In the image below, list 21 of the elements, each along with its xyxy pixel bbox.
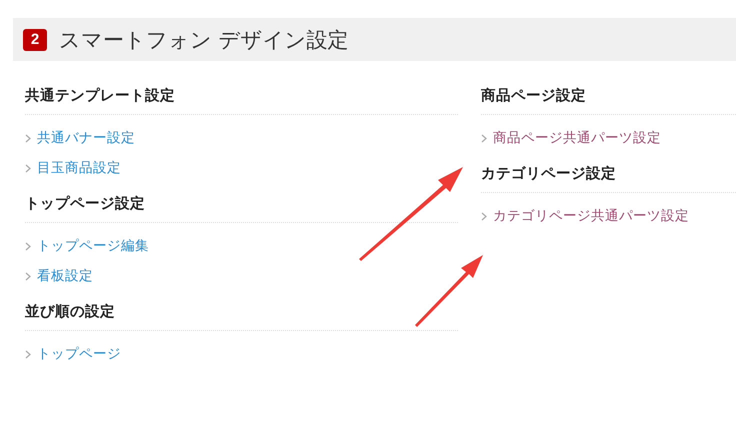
settings-link[interactable]: 共通バナー設定 xyxy=(37,129,135,147)
section-heading: 商品ページ設定 xyxy=(481,86,586,106)
settings-link[interactable]: 看板設定 xyxy=(37,267,93,285)
section-heading: トップページ設定 xyxy=(25,194,145,214)
chevron-icon xyxy=(25,134,31,142)
chevron-icon xyxy=(481,212,487,220)
settings-link[interactable]: トップページ編集 xyxy=(37,237,149,255)
section-title: スマートフォン デザイン設定 xyxy=(59,26,349,54)
settings-link[interactable]: 商品ページ共通パーツ設定 xyxy=(493,129,661,147)
settings-link[interactable]: カテゴリページ共通パーツ設定 xyxy=(493,207,689,225)
chevron-icon xyxy=(25,272,31,280)
chevron-icon xyxy=(25,350,31,358)
settings-link[interactable]: 目玉商品設定 xyxy=(37,159,121,177)
chevron-icon xyxy=(481,134,487,142)
chevron-icon xyxy=(25,164,31,172)
section-heading: 並び順の設定 xyxy=(25,302,115,322)
step-badge: 2 xyxy=(23,28,47,50)
chevron-icon xyxy=(25,242,31,250)
section-heading: 共通テンプレート設定 xyxy=(25,86,175,106)
settings-link[interactable]: トップページ xyxy=(37,345,121,363)
section-heading: カテゴリページ設定 xyxy=(481,164,616,184)
